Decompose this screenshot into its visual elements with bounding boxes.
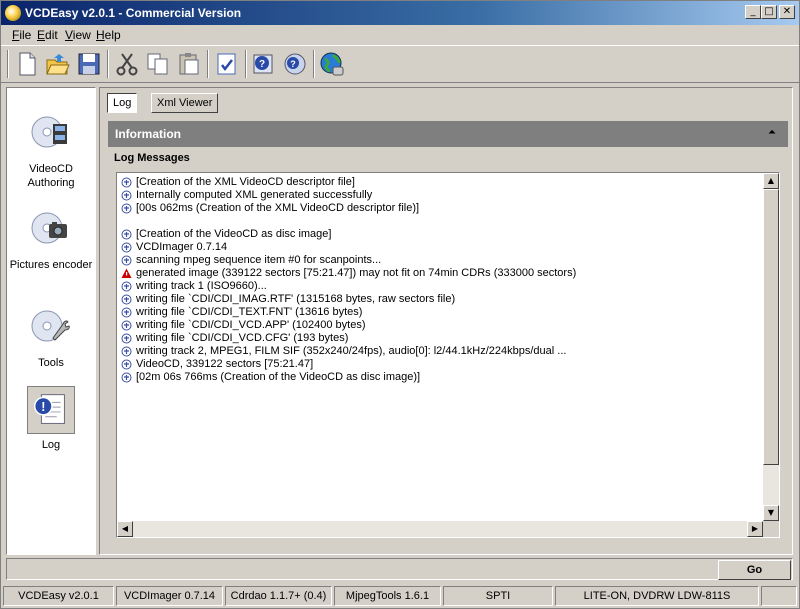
sidebar-item-pictures-encoder[interactable]: Pictures encoder: [7, 206, 95, 272]
log-line-text: VideoCD, 339122 sectors [75:21.47]: [136, 358, 314, 370]
log-line-text: writing file `CDI/CDI_IMAG.RTF' (1315168…: [136, 293, 456, 305]
sidebar-item-videocd-authoring[interactable]: VideoCD Authoring: [7, 110, 95, 190]
tools-icon: [27, 304, 75, 352]
tab-xml-viewer[interactable]: Xml Viewer: [151, 93, 219, 113]
menu-view[interactable]: View: [65, 28, 91, 42]
status-bar: VCDEasy v2.0.1 VCDImager 0.7.14 Cdrdao 1…: [1, 584, 799, 608]
log-line-text: VCDImager 0.7.14: [136, 241, 228, 253]
svg-text:?: ?: [259, 59, 265, 70]
info-icon: [121, 255, 132, 266]
status-mjpegtools-version: MjpegTools 1.6.1: [334, 586, 441, 606]
log-list[interactable]: [Creation of the XML VideoCD descriptor …: [116, 172, 780, 538]
app-window: VCDEasy v2.0.1 - Commercial Version _ □ …: [0, 0, 800, 609]
scroll-right-button[interactable]: ▶: [747, 521, 763, 537]
info-icon: [121, 333, 132, 344]
minimize-button[interactable]: _: [745, 5, 761, 19]
information-title: Information: [115, 127, 181, 141]
main-panel: Log Xml Viewer Information ⏶ Log Message…: [99, 87, 793, 555]
videocd-icon: [27, 110, 75, 158]
web-icon[interactable]: [319, 51, 345, 77]
log-line-text: writing track 1 (ISO9660)...: [136, 280, 267, 292]
log-icon: !: [27, 386, 75, 434]
log-line-text: Internally computed XML generated succes…: [136, 189, 373, 201]
info-icon: [121, 177, 132, 188]
log-line-text: [Creation of the XML VideoCD descriptor …: [136, 176, 355, 188]
maximize-button[interactable]: □: [761, 5, 777, 19]
cut-icon[interactable]: [114, 51, 140, 77]
info-icon: [121, 190, 132, 201]
log-line-text: writing file `CDI/CDI_VCD.APP' (102400 b…: [136, 319, 366, 331]
paste-icon[interactable]: [176, 51, 202, 77]
log-viewport: [Creation of the XML VideoCD descriptor …: [117, 173, 763, 521]
svg-text:?: ?: [290, 59, 296, 69]
new-icon[interactable]: [14, 51, 40, 77]
copy-icon[interactable]: [145, 51, 171, 77]
status-drive: LITE-ON, DVDRW LDW-811S: [555, 586, 759, 606]
info-icon: [121, 229, 132, 240]
open-icon[interactable]: [45, 51, 71, 77]
information-header[interactable]: Information ⏶: [108, 121, 788, 147]
info-icon: [121, 320, 132, 331]
about-icon[interactable]: ?: [282, 51, 308, 77]
log-line-text: [00s 062ms (Creation of the XML VideoCD …: [136, 202, 420, 214]
menu-bar: File Edit View Help: [1, 25, 799, 45]
toolbar: ? ?: [1, 45, 799, 83]
sidebar-item-log[interactable]: ! Log: [7, 386, 95, 452]
toolbar-separator: [313, 50, 315, 78]
log-line-text: writing track 2, MPEG1, FILM SIF (352x24…: [136, 345, 567, 357]
horizontal-scrollbar[interactable]: ◀ ▶: [117, 521, 763, 537]
status-interface: SPTI: [443, 586, 553, 606]
app-icon[interactable]: [5, 5, 21, 21]
log-line-text: [02m 06s 766ms (Creation of the VideoCD …: [136, 371, 421, 383]
svg-text:!: !: [41, 400, 45, 414]
info-icon: [121, 307, 132, 318]
log-line-text: [Creation of the VideoCD as disc image]: [136, 228, 332, 240]
scroll-corner: [763, 521, 779, 537]
status-vcdeasy-version: VCDEasy v2.0.1: [3, 586, 114, 606]
log-line-text: scanning mpeg sequence item #0 for scanp…: [136, 254, 382, 266]
window-title: VCDEasy v2.0.1 - Commercial Version: [25, 6, 242, 20]
warning-icon: [121, 268, 132, 278]
sidebar-item-tools[interactable]: Tools: [7, 304, 95, 370]
info-icon: [121, 372, 132, 383]
progress-area: [6, 558, 793, 580]
info-icon: [121, 294, 132, 305]
info-icon: [121, 346, 132, 357]
info-icon: [121, 359, 132, 370]
help-icon[interactable]: ?: [251, 51, 277, 77]
scroll-down-button[interactable]: ▼: [763, 505, 779, 521]
info-icon: [121, 203, 132, 214]
collapse-icon[interactable]: ⏶: [768, 127, 776, 138]
toolbar-separator: [7, 50, 9, 78]
menu-help[interactable]: Help: [96, 28, 121, 42]
tab-log[interactable]: Log: [107, 93, 138, 113]
info-icon: [121, 281, 132, 292]
scroll-up-button[interactable]: ▲: [763, 173, 779, 189]
log-line-text: writing file `CDI/CDI_TEXT.FNT' (13616 b…: [136, 306, 363, 318]
menu-file[interactable]: File: [12, 28, 31, 42]
log-messages-title: Log Messages: [114, 152, 190, 164]
go-button[interactable]: Go: [718, 560, 791, 580]
status-vcdimager-version: VCDImager 0.7.14: [116, 586, 223, 606]
status-grip: [761, 586, 797, 606]
info-icon: [121, 242, 132, 253]
check-icon[interactable]: [214, 51, 240, 77]
toolbar-separator: [207, 50, 209, 78]
close-button[interactable]: ✕: [779, 5, 795, 19]
toolbar-separator: [107, 50, 109, 78]
vertical-scrollbar[interactable]: ▲ ▼: [763, 173, 779, 521]
title-bar[interactable]: VCDEasy v2.0.1 - Commercial Version _ □ …: [1, 1, 799, 25]
scroll-left-button[interactable]: ◀: [117, 521, 133, 537]
save-icon[interactable]: [76, 51, 102, 77]
status-cdrdao-version: Cdrdao 1.1.7+ (0.4): [225, 586, 332, 606]
menu-edit[interactable]: Edit: [37, 28, 58, 42]
log-line-text: writing file `CDI/CDI_VCD.CFG' (193 byte…: [136, 332, 349, 344]
pictures-icon: [27, 206, 75, 254]
sidebar: VideoCD Authoring Pictures encoder Tools…: [6, 87, 96, 555]
toolbar-separator: [245, 50, 247, 78]
scroll-thumb[interactable]: [763, 189, 779, 465]
log-line-text: generated image (339122 sectors [75:21.4…: [136, 267, 577, 279]
